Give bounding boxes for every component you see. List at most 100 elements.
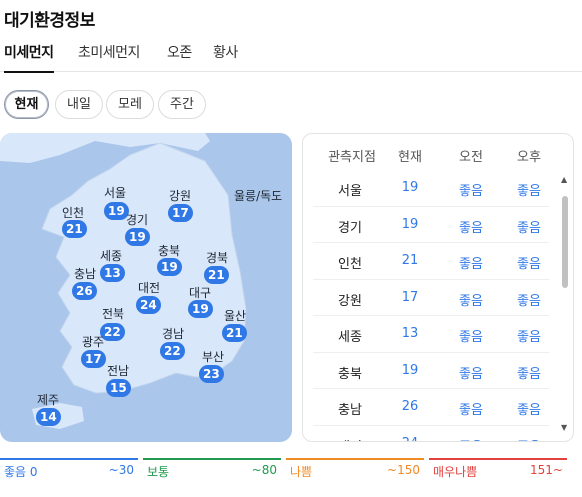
region-label-gyeongbuk: 경북	[206, 251, 229, 265]
cell-pm: 좋음	[517, 220, 541, 236]
legend-normal-label: 보통	[147, 465, 170, 479]
table-header: 관측지점 현재 오전 오후	[303, 134, 573, 174]
cell-location: 경기	[338, 220, 362, 236]
cell-am: 좋음	[459, 403, 483, 418]
page-title: 대기환경정보	[4, 11, 95, 31]
region-label-daegu: 대구	[189, 286, 212, 300]
cell-now: 13	[401, 326, 419, 341]
cell-am: 좋음	[459, 257, 483, 272]
grade-legend: 좋음 0 ~30 보통 ~80 나쁨 ~150 매우나쁨 151~	[0, 458, 582, 484]
region-label-jeonbuk: 전북	[102, 307, 125, 321]
cell-now: 26	[401, 399, 419, 414]
cell-location: 대전	[313, 436, 387, 442]
cell-am: 좋음	[459, 220, 483, 236]
region-label-seoul: 서울	[104, 186, 127, 200]
column-header-am: 오전	[459, 150, 483, 165]
korea-map: 서울 19 인천 21 경기 19 강원 17 울릉/독도 세종 13 충북 1…	[0, 133, 292, 442]
region-label-jeju: 제주	[37, 393, 60, 407]
table-row[interactable]: 서울 19 좋음 좋음	[313, 170, 549, 207]
region-value-ulsan[interactable]: 21	[222, 324, 247, 342]
legend-good-range: ~30	[108, 463, 134, 477]
region-label-sejong: 세종	[100, 249, 123, 263]
table-row[interactable]: 충남 26 좋음 좋음	[313, 389, 549, 426]
tab-yellow-dust[interactable]: 황사	[213, 42, 238, 62]
region-value-sejong[interactable]: 13	[100, 264, 125, 282]
table-row[interactable]: 세종 13 좋음 좋음	[313, 316, 549, 353]
legend-good: 좋음 0 ~30	[0, 458, 138, 484]
region-label-gyeonggi: 경기	[126, 213, 149, 227]
region-label-jeonnam: 전남	[107, 364, 130, 378]
table-row[interactable]: 인천 21 좋음 좋음	[313, 243, 549, 280]
legend-good-label: 좋음 0	[4, 465, 38, 479]
cell-location: 강원	[338, 293, 362, 309]
table-scrollbar[interactable]: ▲ ▼	[560, 176, 570, 432]
tab-fine-dust[interactable]: 미세먼지	[4, 42, 54, 73]
day-tab-weekly[interactable]: 주간	[158, 90, 206, 119]
region-value-daegu[interactable]: 19	[188, 300, 213, 318]
region-value-gyeongbuk[interactable]: 21	[204, 266, 229, 284]
cell-am: 좋음	[459, 293, 483, 309]
cell-pm: 좋음	[517, 257, 541, 272]
scroll-up-arrow-icon[interactable]: ▲	[561, 176, 567, 184]
region-label-gyeongnam: 경남	[162, 327, 185, 341]
region-value-busan[interactable]: 23	[199, 365, 224, 383]
region-label-gangwon: 강원	[169, 189, 192, 203]
cell-pm: 좋음	[517, 366, 541, 382]
legend-normal-bar	[143, 458, 281, 460]
cell-now: 19	[401, 216, 419, 232]
tab-ozone[interactable]: 오존	[167, 42, 192, 62]
region-label-chungbuk: 충북	[158, 244, 181, 258]
station-table: 관측지점 현재 오전 오후 서울 19 좋음 좋음 경기 19 좋음 좋음 인천…	[302, 133, 574, 442]
region-value-seoul[interactable]: 19	[104, 202, 129, 220]
cell-location: 세종	[338, 330, 362, 345]
legend-bad-bar	[286, 458, 424, 460]
cell-now: 21	[401, 253, 419, 268]
region-value-incheon[interactable]: 21	[62, 220, 87, 238]
legend-good-bar	[0, 458, 138, 460]
cell-pm: 좋음	[517, 330, 541, 345]
pollutant-tabs: 미세먼지 초미세먼지 오존 황사	[0, 34, 582, 73]
cell-pm: 좋음	[517, 184, 541, 199]
table-row[interactable]: 강원 17 좋음 좋음	[313, 280, 549, 316]
region-value-jeonnam[interactable]: 15	[106, 379, 131, 397]
region-value-gangwon[interactable]: 17	[168, 204, 193, 222]
region-label-daejeon: 대전	[138, 281, 161, 295]
column-header-pm: 오후	[517, 150, 541, 165]
cell-now: 19	[401, 180, 419, 195]
scroll-down-arrow-icon[interactable]: ▼	[561, 424, 567, 432]
cell-now: 17	[401, 289, 419, 305]
legend-normal: 보통 ~80	[143, 458, 281, 484]
region-value-gyeonggi[interactable]: 19	[125, 228, 150, 246]
cell-pm: 좋음	[499, 436, 559, 442]
cell-location: 충남	[338, 403, 362, 418]
day-tab-day-after[interactable]: 모레	[106, 90, 154, 119]
legend-bad-range: ~150	[387, 463, 420, 477]
legend-bad: 나쁨 ~150	[286, 458, 424, 484]
scroll-thumb[interactable]	[562, 196, 568, 288]
table-row[interactable]: 경기 19 좋음 좋음	[313, 207, 549, 243]
region-value-gyeongnam[interactable]: 22	[160, 342, 185, 360]
region-label-gwangju: 광주	[82, 335, 105, 349]
cell-pm: 좋음	[517, 403, 541, 418]
tab-ultrafine-dust[interactable]: 초미세먼지	[78, 42, 140, 62]
region-value-chungnam[interactable]: 26	[72, 282, 97, 300]
region-value-gwangju[interactable]: 17	[81, 350, 106, 368]
legend-very-bad: 매우나쁨 151~	[429, 458, 567, 484]
region-value-jeju[interactable]: 14	[36, 408, 61, 426]
legend-very-bad-bar	[429, 458, 567, 460]
table-row[interactable]: 충북 19 좋음 좋음	[313, 353, 549, 389]
region-value-daejeon[interactable]: 24	[136, 296, 161, 314]
table-body: 서울 19 좋음 좋음 경기 19 좋음 좋음 인천 21 좋음 좋음 강원 1…	[303, 170, 559, 442]
cell-am: 좋음	[459, 330, 483, 345]
day-tab-now[interactable]: 현재	[4, 90, 49, 119]
cell-am: 좋음	[441, 436, 501, 442]
region-label-incheon: 인천	[62, 206, 85, 220]
legend-normal-range: ~80	[251, 463, 277, 477]
day-tab-tomorrow[interactable]: 내일	[55, 90, 103, 119]
column-header-now: 현재	[398, 150, 422, 165]
table-row[interactable]: 대전 24 좋음 좋음	[313, 426, 549, 442]
region-value-chungbuk[interactable]: 19	[157, 258, 182, 276]
column-header-location: 관측지점	[328, 150, 376, 165]
cell-am: 좋음	[459, 184, 483, 199]
legend-very-bad-range: 151~	[530, 463, 563, 477]
